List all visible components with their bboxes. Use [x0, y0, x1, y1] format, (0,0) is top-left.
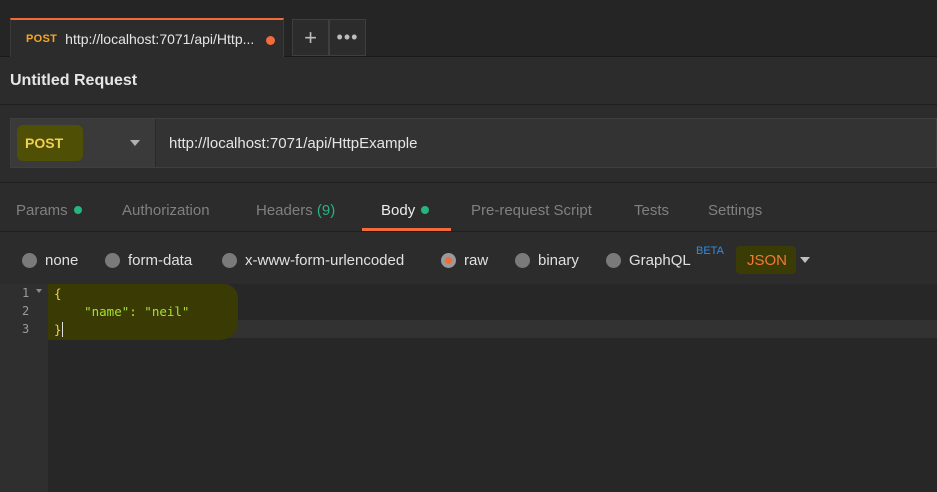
divider [0, 182, 937, 183]
url-bar: POST http://localhost:7071/api/HttpExamp… [10, 118, 937, 168]
tab-pre-request-script[interactable]: Pre-request Script [471, 202, 592, 219]
tab-params[interactable]: Params [16, 202, 82, 219]
request-tab-method: POST [26, 32, 58, 45]
caret-down-icon[interactable] [800, 257, 810, 263]
request-tab[interactable]: POST http://localhost:7071/api/Http... [10, 18, 284, 57]
more-horizontal-icon: ••• [336, 27, 359, 47]
line-number: 3 [22, 322, 30, 336]
tab-tests[interactable]: Tests [634, 202, 669, 219]
body-type-options: none form-data x-www-form-urlencoded raw… [0, 246, 937, 276]
more-tabs-button[interactable]: ••• [329, 19, 366, 56]
radio-none[interactable]: none [22, 252, 78, 269]
radio-circle-icon [606, 253, 621, 268]
tab-authorization[interactable]: Authorization [122, 202, 210, 219]
raw-format-select[interactable]: JSON [747, 252, 787, 269]
divider [0, 231, 937, 232]
radio-selected-icon [441, 253, 456, 268]
radio-binary[interactable]: binary [515, 252, 579, 269]
method-select[interactable]: POST [11, 119, 156, 167]
status-dot-icon [73, 206, 82, 214]
radio-circle-icon [515, 253, 530, 268]
caret-down-icon [130, 140, 140, 146]
tab-settings[interactable]: Settings [708, 202, 762, 219]
new-tab-button[interactable]: + [292, 19, 329, 56]
fold-caret-icon[interactable] [36, 289, 42, 293]
body-editor[interactable]: 1 2 3 { "name": "neil" } [0, 284, 937, 492]
method-label: POST [25, 135, 64, 151]
code-line: "name": "neil" [54, 304, 190, 319]
line-number: 1 [22, 286, 30, 300]
status-dot-icon [421, 206, 430, 214]
headers-count: (9) [316, 202, 336, 219]
request-name[interactable]: Untitled Request [10, 72, 137, 90]
radio-form-data[interactable]: form-data [105, 252, 192, 269]
line-number: 2 [22, 304, 30, 318]
request-tab-title: http://localhost:7071/api/Http... [65, 30, 255, 47]
beta-badge: BETA [696, 245, 724, 257]
radio-raw[interactable]: raw [441, 252, 488, 269]
editor-gutter: 1 2 3 [0, 284, 48, 492]
text-cursor [62, 322, 63, 337]
radio-graphql[interactable]: GraphQL [606, 252, 691, 269]
tab-body[interactable]: Body [381, 202, 430, 219]
plus-icon: + [304, 24, 317, 50]
radio-circle-icon [105, 253, 120, 268]
radio-x-www-form-urlencoded[interactable]: x-www-form-urlencoded [222, 252, 404, 269]
code-line: } [54, 322, 62, 337]
code-line: { [54, 286, 62, 301]
radio-circle-icon [22, 253, 37, 268]
tab-bar: POST http://localhost:7071/api/Http... +… [0, 0, 937, 57]
radio-circle-icon [222, 253, 237, 268]
unsaved-dot-icon [266, 36, 275, 45]
divider [0, 104, 937, 105]
request-section-tabs: Params Authorization Headers (9) Body Pr… [0, 190, 937, 232]
tab-headers[interactable]: Headers (9) [256, 202, 335, 219]
url-input[interactable]: http://localhost:7071/api/HttpExample [169, 135, 417, 152]
